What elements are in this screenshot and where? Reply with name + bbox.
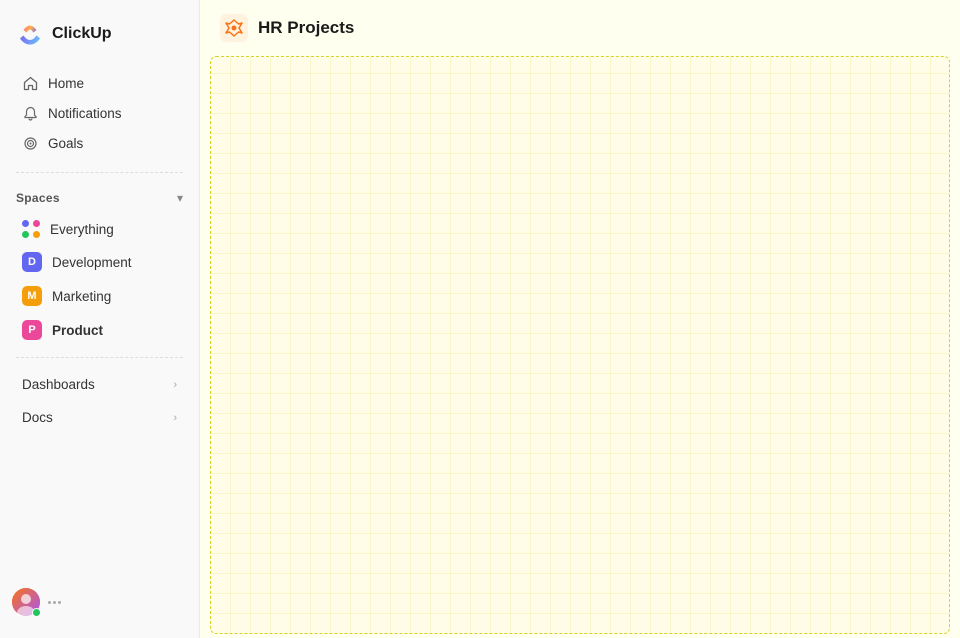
spaces-section-title: Spaces — [16, 191, 60, 205]
sidebar-item-home-label: Home — [48, 76, 84, 91]
workspace-dot-1 — [48, 601, 51, 604]
avatar-status-ring — [32, 608, 41, 617]
workspace-dot-2 — [53, 601, 56, 604]
marketing-badge: M — [22, 286, 42, 306]
clickup-logo-icon — [16, 20, 44, 48]
sidebar-item-development[interactable]: D Development — [6, 245, 193, 279]
page-title: HR Projects — [258, 18, 354, 38]
sidebar-divider-2 — [16, 357, 183, 358]
docs-chevron-icon: › — [173, 412, 177, 424]
workspace-dots — [48, 601, 61, 604]
sidebar: ClickUp Home Notifications — [0, 0, 200, 638]
page-icon — [220, 14, 248, 42]
sidebar-item-goals[interactable]: Goals — [6, 128, 193, 158]
avatar-container[interactable] — [12, 588, 40, 616]
sidebar-item-home[interactable]: Home — [6, 68, 193, 98]
sidebar-item-dashboards[interactable]: Dashboards › — [6, 368, 193, 401]
main-header: HR Projects — [200, 0, 960, 56]
logo-text: ClickUp — [52, 25, 112, 43]
sidebar-bottom — [0, 578, 199, 626]
sidebar-item-product-label: Product — [52, 323, 103, 338]
sidebar-item-product[interactable]: P Product — [6, 313, 193, 347]
workspace-dot-3 — [58, 601, 61, 604]
main-content: HR Projects — [200, 0, 960, 638]
sidebar-nav: Home Notifications Goals — [0, 64, 199, 162]
logo[interactable]: ClickUp — [0, 12, 199, 64]
sidebar-item-everything-label: Everything — [50, 222, 114, 237]
sidebar-item-marketing[interactable]: M Marketing — [6, 279, 193, 313]
everything-dots-icon — [22, 220, 40, 238]
dotted-canvas-area[interactable] — [210, 56, 950, 634]
sidebar-item-notifications[interactable]: Notifications — [6, 98, 193, 128]
spaces-section-header[interactable]: Spaces ▾ — [0, 183, 199, 213]
sidebar-item-development-label: Development — [52, 255, 132, 270]
dashboards-chevron-icon: › — [173, 379, 177, 391]
sidebar-item-notifications-label: Notifications — [48, 106, 122, 121]
sidebar-item-everything[interactable]: Everything — [6, 213, 193, 245]
sidebar-item-docs[interactable]: Docs › — [6, 401, 193, 434]
sidebar-item-dashboards-label: Dashboards — [22, 377, 95, 392]
sidebar-item-marketing-label: Marketing — [52, 289, 111, 304]
development-badge: D — [22, 252, 42, 272]
sidebar-divider — [16, 172, 183, 173]
sidebar-item-goals-label: Goals — [48, 136, 83, 151]
spaces-chevron-icon: ▾ — [177, 191, 183, 205]
home-icon — [22, 75, 38, 91]
product-badge: P — [22, 320, 42, 340]
sidebar-item-docs-label: Docs — [22, 410, 53, 425]
bell-icon — [22, 105, 38, 121]
target-icon — [22, 135, 38, 151]
